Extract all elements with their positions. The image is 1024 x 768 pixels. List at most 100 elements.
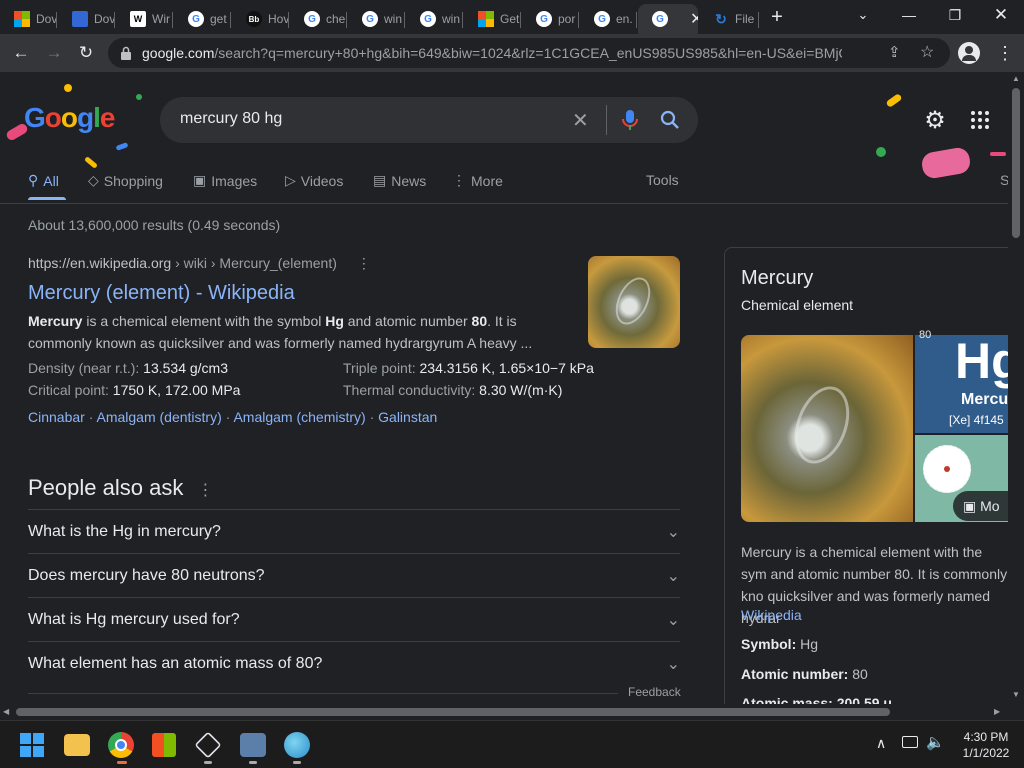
kp-wikipedia-link[interactable]: Wikipedia: [741, 607, 802, 623]
vertical-scrollbar[interactable]: ▲ ▼: [1008, 72, 1024, 704]
system-clock[interactable]: 4:30 PM 1/1/2022: [954, 729, 1018, 761]
tools-button[interactable]: Tools: [646, 172, 679, 188]
doodle-decoration: [885, 93, 903, 108]
scroll-left-icon[interactable]: ◀: [3, 707, 9, 716]
scroll-down-icon[interactable]: ▼: [1012, 690, 1020, 699]
browser-toolbar: ← → ↻ google.com/search?q=mercury+80+hg&…: [0, 34, 1024, 72]
fact-critical-point: Critical point: 1750 K, 172.00 MPa: [28, 382, 241, 398]
volume-icon[interactable]: 🔈: [926, 733, 945, 751]
chrome-menu-icon[interactable]: ⋮: [996, 42, 1014, 64]
paa-question[interactable]: What is Hg mercury used for? ⌄: [28, 597, 680, 641]
feedback-link[interactable]: Feedback: [628, 685, 681, 699]
close-window-icon[interactable]: ✕: [978, 4, 1024, 26]
clear-search-icon[interactable]: ✕: [572, 108, 589, 133]
tab-news[interactable]: ▤ News: [373, 172, 426, 189]
browser-tab[interactable]: Gget: [174, 4, 231, 34]
result-title-link[interactable]: Mercury (element) - Wikipedia: [28, 282, 295, 305]
reload-icon[interactable]: ↻: [75, 42, 97, 64]
chevron-up-icon[interactable]: ∧: [876, 735, 886, 752]
more-images-button[interactable]: ▣ Mo: [953, 491, 1008, 521]
scrollbar-thumb[interactable]: [16, 708, 890, 716]
settings-gear-icon[interactable]: ⚙: [922, 108, 948, 134]
kp-title: Mercury: [741, 267, 814, 289]
fact-triple-point: Triple point: 234.3156 K, 1.65×10−7 kPa: [343, 360, 594, 376]
newspaper-icon: ▤: [373, 172, 387, 188]
new-tab-icon[interactable]: +: [766, 6, 788, 28]
search-results-page: Google mercury 80 hg ✕ ⚙ ⚲ All ◇ Shopping …: [0, 72, 1008, 704]
browser-tab-active[interactable]: G ✕: [638, 4, 698, 34]
browser-tab[interactable]: Gche: [290, 4, 347, 34]
windows-start-icon[interactable]: [20, 733, 44, 757]
doodle-decoration: [876, 147, 886, 157]
google-icon: G: [420, 11, 436, 27]
result-snippet: Mercury is a chemical element with the s…: [28, 313, 533, 351]
back-icon[interactable]: ←: [10, 42, 32, 64]
globe-app-icon[interactable]: [284, 732, 310, 758]
horizontal-scrollbar[interactable]: ◀ ▶: [0, 704, 1008, 720]
paa-question[interactable]: What is the Hg in mercury? ⌄: [28, 509, 680, 553]
browser-tab[interactable]: Dov: [0, 4, 57, 34]
browser-tab[interactable]: Get: [464, 4, 521, 34]
browser-tab[interactable]: Dov: [58, 4, 115, 34]
search-box[interactable]: mercury 80 hg ✕: [160, 97, 698, 143]
more-options-icon[interactable]: ⋮: [357, 255, 371, 271]
result-citation[interactable]: https://en.wikipedia.org › wiki › Mercur…: [28, 255, 371, 272]
network-icon[interactable]: [902, 736, 918, 748]
paa-question[interactable]: What element has an atomic mass of 80? ⌄: [28, 641, 680, 685]
tab-shopping[interactable]: ◇ Shopping: [88, 172, 163, 189]
browser-tab[interactable]: Bb Hov: [232, 4, 289, 34]
mercury-photo-image[interactable]: [741, 335, 913, 522]
google-doodle-logo[interactable]: Google: [24, 102, 115, 134]
paa-question[interactable]: Does mercury have 80 neutrons? ⌄: [28, 553, 680, 597]
header-divider: [0, 203, 1008, 204]
browser-tab[interactable]: Gwin: [348, 4, 405, 34]
scroll-right-icon[interactable]: ▶: [994, 707, 1000, 716]
fact-density: Density (near r.t.): 13.534 g/cm3: [28, 360, 228, 376]
microsoft-store-icon[interactable]: [152, 733, 176, 757]
tab-search-icon[interactable]: ⌄: [852, 4, 874, 26]
tab-more[interactable]: ⋮ More: [452, 172, 503, 189]
restore-icon[interactable]: ❐: [932, 4, 978, 26]
doodle-decoration: [990, 152, 1006, 156]
browser-tab[interactable]: ↻ File: [699, 4, 759, 34]
forward-icon[interactable]: →: [43, 42, 65, 64]
safesearch-link[interactable]: S: [1000, 172, 1008, 188]
minimize-icon[interactable]: —: [886, 4, 932, 26]
taskbar: ∧ 🔈 4:30 PM 1/1/2022: [0, 720, 1024, 768]
periodic-tile-image[interactable]: 80 Hg Mercu [Xe] 4f145: [915, 329, 1008, 433]
browser-tab[interactable]: Gwin: [406, 4, 463, 34]
browser-tab[interactable]: W Wir: [116, 4, 173, 34]
chrome-icon[interactable]: [108, 732, 134, 758]
bookmark-star-icon[interactable]: ☆: [920, 42, 934, 62]
tab-videos[interactable]: ▷ Videos: [285, 172, 343, 189]
calculator-app-icon[interactable]: [240, 733, 266, 757]
address-bar[interactable]: google.com/search?q=mercury+80+hg&bih=64…: [108, 38, 950, 68]
sitelink-amalgam-chemistry[interactable]: Amalgam (chemistry): [233, 409, 365, 425]
divider: [606, 105, 607, 135]
scroll-up-icon[interactable]: ▲: [1012, 74, 1020, 83]
search-input[interactable]: mercury 80 hg: [180, 110, 282, 128]
sitelink-cinnabar[interactable]: Cinnabar: [28, 409, 85, 425]
sitelinks: Cinnabar · Amalgam (dentistry) · Amalgam…: [28, 409, 438, 425]
share-icon[interactable]: ⇪: [888, 43, 901, 61]
tab-all[interactable]: ⚲ All: [28, 172, 59, 189]
lock-icon: [121, 46, 131, 60]
mercury-thumbnail-image[interactable]: [588, 256, 680, 348]
search-icon[interactable]: [660, 110, 680, 130]
more-options-icon[interactable]: ⋮: [197, 482, 213, 499]
apps-grid-icon[interactable]: [970, 110, 990, 130]
sitelink-galinstan[interactable]: Galinstan: [378, 409, 437, 425]
file-explorer-icon[interactable]: [64, 734, 90, 756]
microphone-icon[interactable]: [622, 109, 638, 131]
doodle-decoration: [920, 146, 972, 180]
wikipedia-icon: W: [130, 11, 146, 27]
tab-images[interactable]: ▣ Images: [193, 172, 257, 189]
close-tab-icon[interactable]: ✕: [690, 9, 698, 29]
virtualbox-icon[interactable]: [194, 731, 222, 759]
chevron-down-icon: ⌄: [666, 611, 680, 629]
browser-tab[interactable]: Gpor: [522, 4, 579, 34]
sitelink-amalgam-dentistry[interactable]: Amalgam (dentistry): [97, 409, 222, 425]
scrollbar-thumb[interactable]: [1012, 88, 1020, 238]
browser-tab[interactable]: Gen.: [580, 4, 637, 34]
profile-avatar-icon[interactable]: [958, 42, 980, 64]
